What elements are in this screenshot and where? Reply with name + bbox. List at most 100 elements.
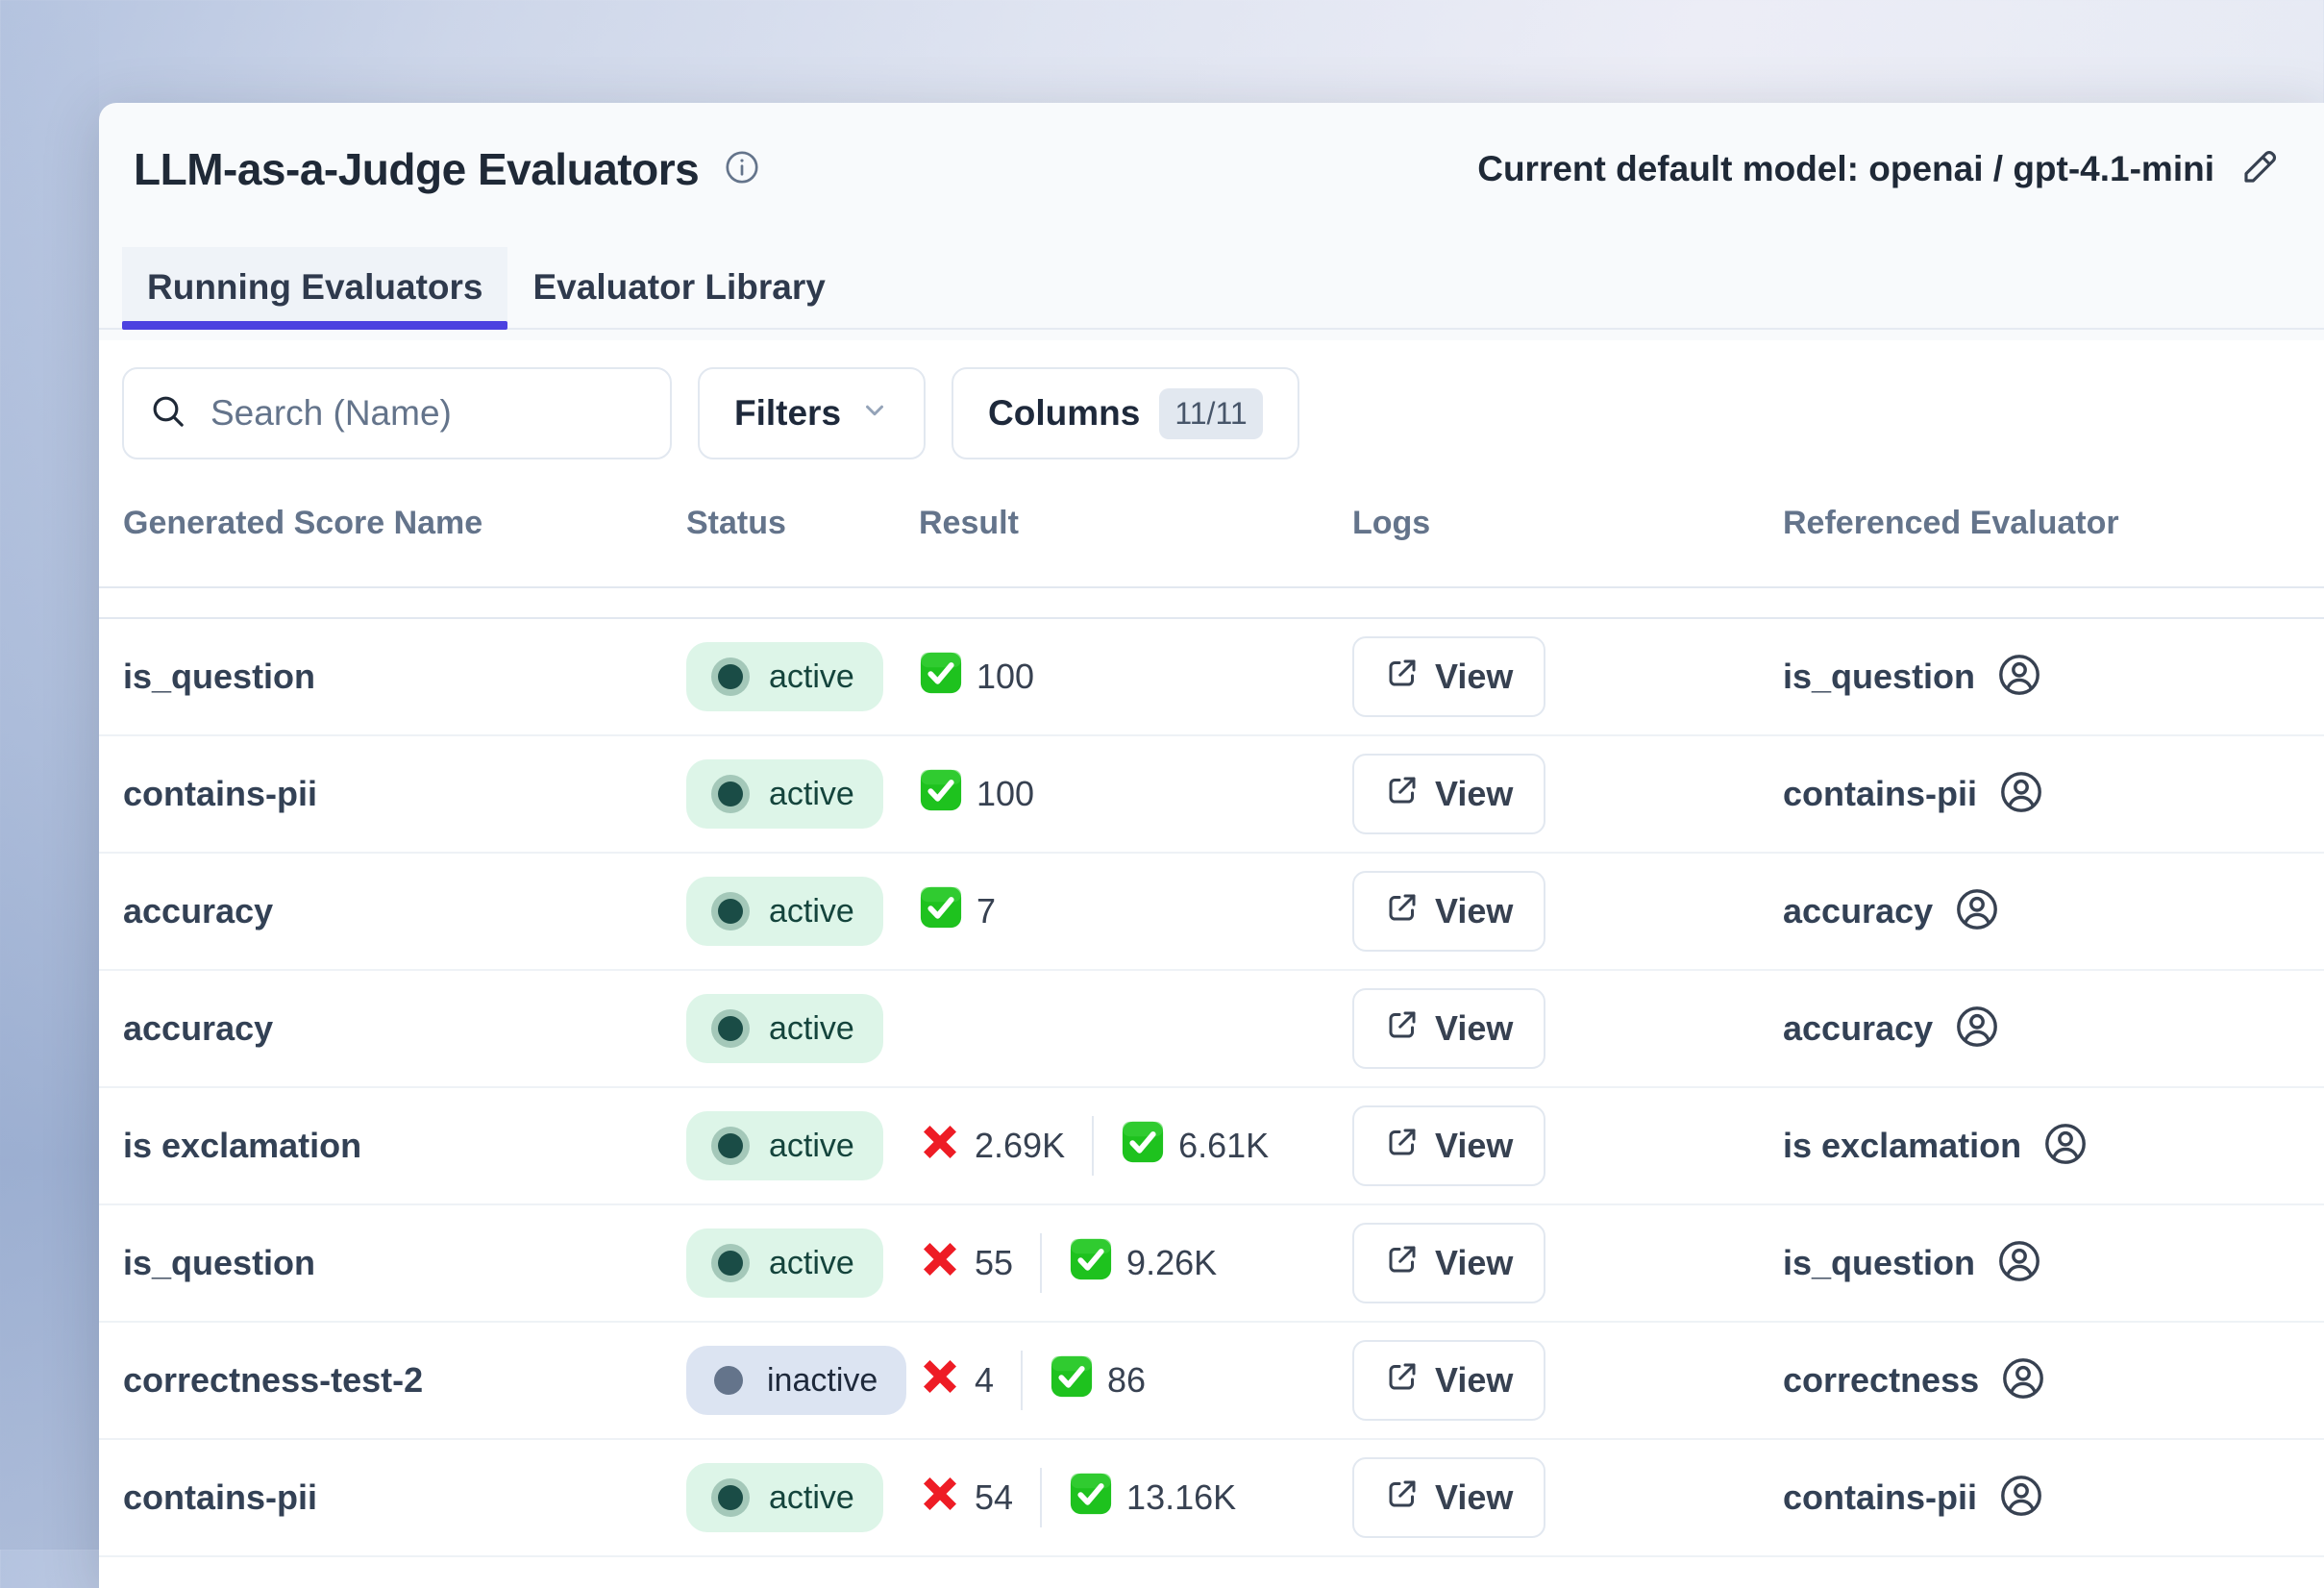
table-row: accuracy active 7 xyxy=(99,854,2324,971)
fail-value: 55 xyxy=(975,1243,1013,1283)
search-icon xyxy=(149,392,187,435)
view-logs-button[interactable]: View xyxy=(1352,1457,1545,1538)
user-circle-icon xyxy=(1954,1004,2000,1055)
external-link-icon xyxy=(1385,1359,1420,1402)
column-header-result[interactable]: Result xyxy=(919,505,1352,542)
pass-value: 13.16K xyxy=(1126,1477,1236,1518)
view-logs-button[interactable]: View xyxy=(1352,636,1545,717)
status-dot-icon xyxy=(714,1366,743,1395)
check-mark-icon xyxy=(1121,1120,1165,1173)
info-icon[interactable] xyxy=(724,149,760,190)
pass-value: 9.26K xyxy=(1126,1243,1217,1283)
tab-evaluator-library[interactable]: Evaluator Library xyxy=(507,247,850,328)
view-logs-label: View xyxy=(1435,891,1513,931)
view-logs-button[interactable]: View xyxy=(1352,1223,1545,1303)
external-link-icon xyxy=(1385,773,1420,816)
tab-running-evaluators[interactable]: Running Evaluators xyxy=(122,247,507,328)
status-dot-icon xyxy=(718,782,743,806)
view-logs-button[interactable]: View xyxy=(1352,754,1545,834)
user-circle-icon xyxy=(2000,1355,2046,1406)
result-cell: 100 xyxy=(919,768,1352,821)
fail-value: 2.69K xyxy=(975,1126,1065,1166)
user-circle-icon xyxy=(1954,886,2000,937)
view-logs-button[interactable]: View xyxy=(1352,871,1545,952)
result-cell: 100 xyxy=(919,651,1352,704)
status-label: active xyxy=(769,1010,854,1048)
result-divider xyxy=(1092,1116,1094,1176)
status-dot-icon xyxy=(718,664,743,689)
fail-value: 4 xyxy=(975,1360,994,1401)
column-header-status[interactable]: Status xyxy=(686,505,919,542)
column-header-referenced-evaluator[interactable]: Referenced Evaluator xyxy=(1783,505,2324,542)
referenced-evaluator-name: accuracy xyxy=(1783,891,1933,931)
status-dot-icon xyxy=(718,1133,743,1158)
result-cell: 54 13.16K xyxy=(919,1468,1352,1527)
cross-mark-icon xyxy=(919,1355,961,1406)
result-divider xyxy=(1040,1233,1042,1293)
fail-count: 54 xyxy=(919,1473,1013,1524)
check-mark-icon xyxy=(1050,1354,1094,1407)
default-model-label: Current default model: openai / gpt-4.1-… xyxy=(1477,149,2214,189)
generated-score-name: is_question xyxy=(123,1243,315,1283)
referenced-evaluator-name: is exclamation xyxy=(1783,1126,2021,1166)
table-row: contains-pii active 100 xyxy=(99,736,2324,854)
generated-score-name: is_question xyxy=(123,657,315,697)
table-row: correctness-test-2 inactive 4 xyxy=(99,1323,2324,1440)
table-row: accuracy active View xyxy=(99,971,2324,1088)
pass-value: 6.61K xyxy=(1178,1126,1269,1166)
external-link-icon xyxy=(1385,1125,1420,1168)
partially-scrolled-row xyxy=(99,588,2324,619)
status-label: active xyxy=(769,1128,854,1165)
columns-count-badge: 11/11 xyxy=(1159,388,1262,439)
view-logs-label: View xyxy=(1435,774,1513,814)
filters-label: Filters xyxy=(734,393,841,434)
view-logs-label: View xyxy=(1435,1243,1513,1283)
view-logs-button[interactable]: View xyxy=(1352,988,1545,1069)
cross-mark-icon xyxy=(919,1238,961,1289)
pass-count: 13.16K xyxy=(1069,1472,1236,1525)
view-logs-label: View xyxy=(1435,657,1513,697)
status-badge: active xyxy=(686,1228,883,1298)
search-field[interactable] xyxy=(209,392,645,434)
toolbar: Filters Columns 11/11 xyxy=(99,340,2324,459)
status-badge: active xyxy=(686,994,883,1063)
pass-value: 7 xyxy=(977,891,996,931)
column-header-generated-score-name[interactable]: Generated Score Name xyxy=(123,505,686,542)
cross-mark-icon xyxy=(919,1473,961,1524)
panel-header: LLM-as-a-Judge Evaluators Current defaul… xyxy=(99,103,2324,195)
generated-score-name: accuracy xyxy=(123,1008,273,1049)
edit-pencil-icon[interactable] xyxy=(2239,147,2280,192)
status-label: active xyxy=(769,1479,854,1517)
view-logs-button[interactable]: View xyxy=(1352,1340,1545,1421)
search-input[interactable] xyxy=(122,367,672,459)
check-mark-icon xyxy=(919,768,963,821)
status-label: active xyxy=(769,776,854,813)
pass-value: 100 xyxy=(977,774,1034,814)
desktop-background xyxy=(0,0,99,1550)
column-header-logs[interactable]: Logs xyxy=(1352,505,1783,542)
external-link-icon xyxy=(1385,1242,1420,1285)
referenced-evaluator-name: correctness xyxy=(1783,1360,1979,1401)
view-logs-label: View xyxy=(1435,1008,1513,1049)
generated-score-name: accuracy xyxy=(123,891,273,931)
result-cell: 55 9.26K xyxy=(919,1233,1352,1293)
status-badge: active xyxy=(686,877,883,946)
page-title: LLM-as-a-Judge Evaluators xyxy=(134,143,699,195)
view-logs-label: View xyxy=(1435,1477,1513,1518)
fail-count: 2.69K xyxy=(919,1121,1065,1172)
filters-button[interactable]: Filters xyxy=(698,367,926,459)
external-link-icon xyxy=(1385,1007,1420,1051)
referenced-evaluator-name: accuracy xyxy=(1783,1008,1933,1049)
status-dot-icon xyxy=(718,1016,743,1041)
table-section: Filters Columns 11/11 Generated Score Na… xyxy=(99,340,2324,1588)
tab-bar: Running Evaluators Evaluator Library xyxy=(99,247,2324,330)
evaluators-panel: LLM-as-a-Judge Evaluators Current defaul… xyxy=(99,103,2324,1588)
view-logs-button[interactable]: View xyxy=(1352,1105,1545,1186)
pass-count: 100 xyxy=(919,651,1034,704)
status-label: active xyxy=(769,658,854,696)
chevron-down-icon xyxy=(860,393,889,434)
table-row: is_question active 55 xyxy=(99,1205,2324,1323)
pass-count: 6.61K xyxy=(1121,1120,1269,1173)
columns-button[interactable]: Columns 11/11 xyxy=(952,367,1299,459)
result-cell: 7 xyxy=(919,885,1352,938)
